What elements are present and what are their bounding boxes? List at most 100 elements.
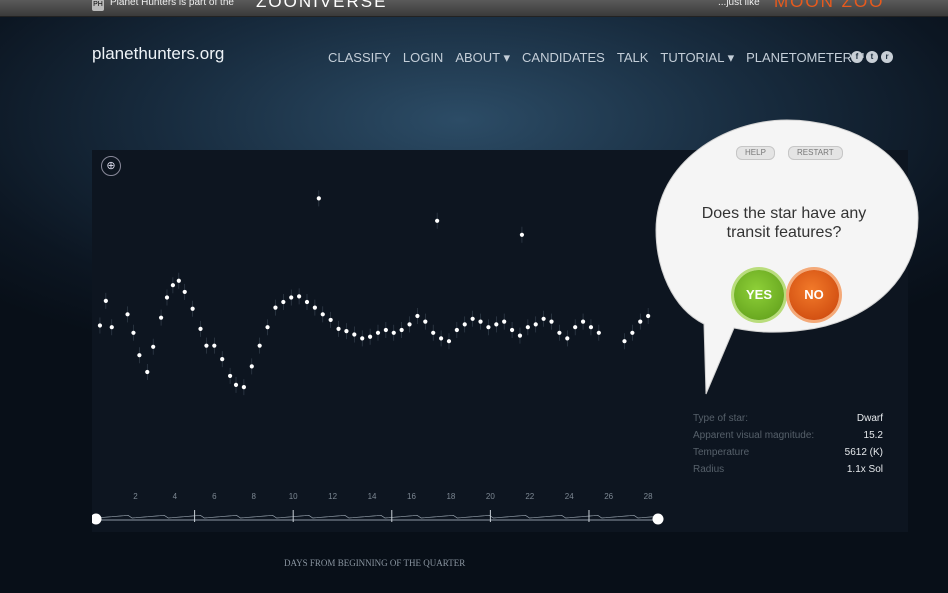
data-point <box>494 322 499 327</box>
nav-tutorial[interactable]: TUTORIAL ▾ <box>660 50 734 66</box>
data-point <box>470 316 475 321</box>
x-tick-label: 16 <box>407 492 416 501</box>
data-point <box>573 325 578 330</box>
data-point <box>125 312 130 317</box>
data-point <box>220 357 225 362</box>
part-of-text: Planet Hunters is part of the <box>110 0 234 8</box>
data-point <box>289 295 294 300</box>
moon-zoo-link[interactable]: MOON ZOO <box>774 0 884 12</box>
zoom-icon[interactable]: ⊕ <box>101 156 121 176</box>
data-point <box>170 283 176 288</box>
data-point <box>462 322 467 327</box>
data-point <box>312 305 317 310</box>
data-point <box>97 323 103 328</box>
radius-row: Radius 1.1x Sol <box>693 461 883 478</box>
star-type-label: Type of star: <box>693 413 749 424</box>
data-point <box>375 330 381 335</box>
data-point <box>137 353 142 358</box>
temperature-value: 5612 (K) <box>844 447 883 458</box>
data-point <box>336 326 341 331</box>
star-info-panel: Type of star: Dwarf Apparent visual magn… <box>693 410 883 478</box>
zooniverse-topbar: PH Planet Hunters is part of the ZOONIVE… <box>0 0 948 17</box>
data-point <box>297 294 302 299</box>
data-point <box>646 313 651 319</box>
data-point <box>399 327 404 333</box>
data-point <box>316 196 321 201</box>
nav-classify[interactable]: CLASSIFY <box>328 50 391 66</box>
data-point <box>344 329 349 334</box>
temperature-row: Temperature 5612 (K) <box>693 444 883 461</box>
x-tick-label: 4 <box>173 492 178 501</box>
data-point <box>525 325 530 330</box>
data-point <box>435 218 440 223</box>
main-nav: CLASSIFY LOGIN ABOUT ▾ CANDIDATES TALK T… <box>328 50 875 66</box>
nav-candidates[interactable]: CANDIDATES <box>522 50 605 66</box>
social-links: f t r <box>851 51 893 63</box>
data-point <box>103 298 108 303</box>
range-handle-right[interactable] <box>652 513 664 525</box>
site-logo[interactable]: planethunters.org <box>92 44 224 64</box>
x-tick-label: 12 <box>328 492 337 501</box>
nav-about[interactable]: ABOUT ▾ <box>455 50 510 66</box>
data-point <box>227 373 233 379</box>
nav-login[interactable]: LOGIN <box>403 50 443 66</box>
data-point <box>407 322 412 327</box>
zooniverse-link[interactable]: ZOONIVERSE <box>256 0 387 12</box>
data-point <box>265 325 270 330</box>
data-point <box>212 343 217 348</box>
data-point <box>622 339 627 344</box>
no-button[interactable]: NO <box>789 270 839 320</box>
data-point <box>190 306 195 311</box>
x-tick-label: 14 <box>368 492 377 501</box>
data-point <box>630 330 635 335</box>
facebook-icon[interactable]: f <box>851 51 863 63</box>
data-point <box>360 336 365 341</box>
data-point <box>486 325 491 330</box>
data-point <box>517 333 523 338</box>
yes-button[interactable]: YES <box>734 270 784 320</box>
data-point <box>391 330 396 335</box>
x-tick-label: 8 <box>252 492 257 501</box>
just-like-text: ...just like <box>718 0 760 8</box>
x-tick-label: 10 <box>289 492 298 501</box>
x-tick-label: 26 <box>604 492 613 501</box>
restart-button[interactable]: RESTART <box>788 146 843 160</box>
data-point <box>304 299 310 305</box>
data-point <box>502 319 507 324</box>
data-point <box>352 332 357 337</box>
data-point <box>638 319 643 324</box>
data-point <box>541 316 546 321</box>
radius-label: Radius <box>693 464 725 475</box>
data-point <box>367 334 373 339</box>
data-point <box>273 305 278 310</box>
data-point <box>241 385 246 390</box>
help-button[interactable]: HELP <box>736 146 775 160</box>
data-point <box>131 330 136 335</box>
data-point <box>182 289 187 295</box>
data-point <box>446 339 452 344</box>
data-point <box>423 319 428 324</box>
data-point <box>151 344 156 349</box>
data-point <box>204 343 209 348</box>
data-point <box>565 336 570 341</box>
twitter-icon[interactable]: t <box>866 51 878 63</box>
range-handle-left[interactable] <box>92 513 102 525</box>
planet-hunters-logo-icon[interactable]: PH <box>92 0 104 11</box>
data-point <box>580 319 586 324</box>
nav-talk[interactable]: TALK <box>617 50 649 66</box>
x-tick-label: 28 <box>644 492 653 501</box>
classification-question: Does the star have any transit features? <box>701 205 867 241</box>
data-point <box>233 382 239 387</box>
magnitude-label: Apparent visual magnitude: <box>693 430 815 441</box>
data-point <box>588 325 594 330</box>
data-point <box>198 326 203 331</box>
data-point <box>249 364 254 369</box>
rss-icon[interactable]: r <box>881 51 893 63</box>
star-type-row: Type of star: Dwarf <box>693 410 883 427</box>
data-point <box>328 317 333 323</box>
data-point <box>478 319 483 324</box>
x-tick-label: 24 <box>565 492 574 501</box>
magnitude-value: 15.2 <box>863 430 883 441</box>
data-point <box>257 343 262 348</box>
data-point <box>281 299 286 305</box>
